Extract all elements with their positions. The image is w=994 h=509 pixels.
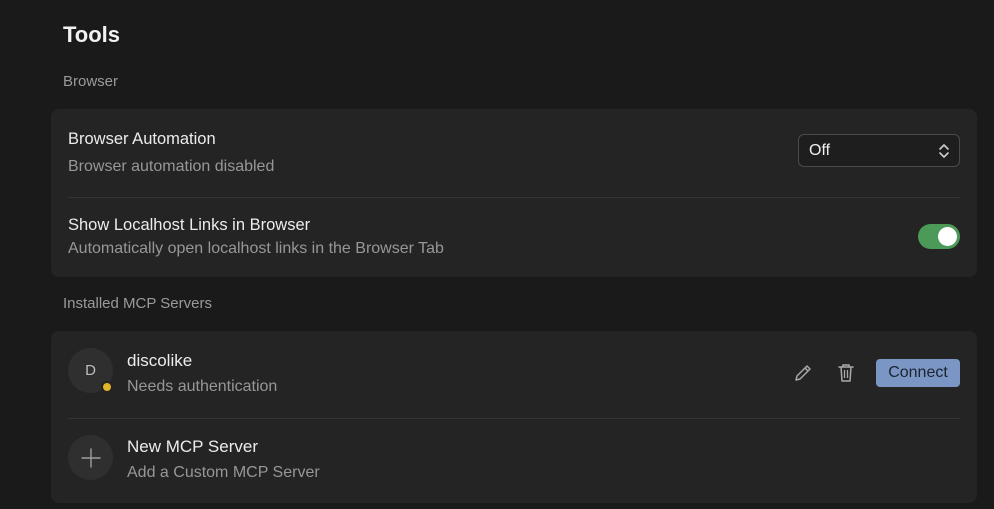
pencil-icon bbox=[795, 365, 811, 381]
new-mcp-server-title: New MCP Server bbox=[127, 437, 258, 456]
localhost-links-title: Show Localhost Links in Browser bbox=[68, 216, 311, 234]
toggle-knob bbox=[938, 227, 957, 246]
connect-button[interactable]: Connect bbox=[876, 359, 960, 387]
browser-automation-subtitle: Browser automation disabled bbox=[68, 158, 275, 175]
browser-automation-row: Browser Automation Browser automation di… bbox=[51, 109, 977, 197]
browser-automation-select[interactable]: Off bbox=[798, 134, 960, 167]
new-mcp-server-subtitle: Add a Custom MCP Server bbox=[127, 464, 320, 481]
status-dot bbox=[101, 381, 113, 393]
mcp-servers-card: D discolike Needs authentication Connect bbox=[51, 331, 977, 503]
edit-button[interactable] bbox=[790, 360, 816, 386]
browser-automation-select-value: Off bbox=[809, 141, 831, 159]
delete-button[interactable] bbox=[833, 360, 859, 386]
browser-automation-title: Browser Automation bbox=[68, 130, 216, 148]
avatar-letter: D bbox=[85, 362, 96, 379]
add-server-button[interactable] bbox=[68, 435, 113, 480]
new-mcp-server-row[interactable]: New MCP Server Add a Custom MCP Server bbox=[51, 419, 977, 503]
mcp-server-name: discolike bbox=[127, 351, 193, 370]
chevron-up-down-icon bbox=[939, 144, 949, 158]
browser-settings-card: Browser Automation Browser automation di… bbox=[51, 109, 977, 277]
avatar: D bbox=[68, 348, 113, 393]
plus-icon bbox=[80, 447, 101, 468]
mcp-server-status: Needs authentication bbox=[127, 378, 278, 395]
trash-icon bbox=[838, 364, 854, 382]
page-title: Tools bbox=[63, 22, 121, 47]
browser-section-label: Browser bbox=[63, 73, 119, 90]
localhost-links-toggle[interactable] bbox=[918, 224, 960, 249]
mcp-section-label: Installed MCP Servers bbox=[63, 295, 212, 312]
localhost-links-row: Show Localhost Links in Browser Automati… bbox=[51, 198, 977, 277]
mcp-server-row: D discolike Needs authentication Connect bbox=[51, 331, 977, 418]
localhost-links-subtitle: Automatically open localhost links in th… bbox=[68, 240, 444, 257]
